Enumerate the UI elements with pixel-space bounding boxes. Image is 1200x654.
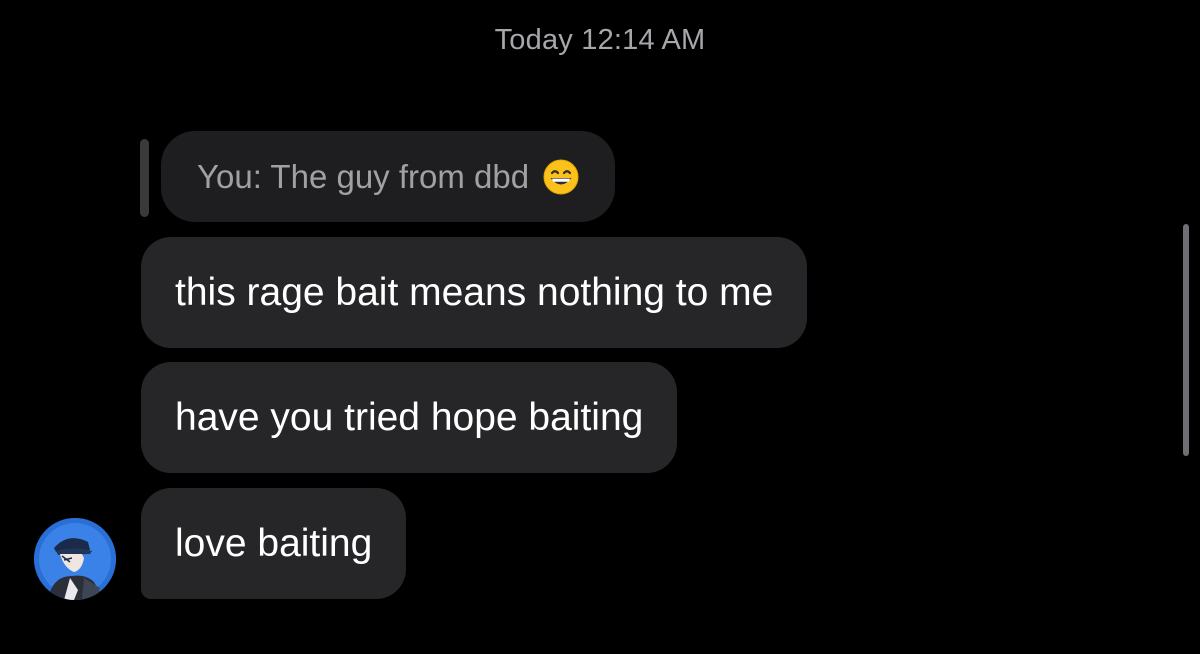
message-text: have you tried hope baiting [175,395,644,439]
grinning-face-emoji-icon [543,159,579,195]
message-bubble[interactable]: this rage bait means nothing to me [141,237,808,348]
avatar[interactable] [34,518,116,600]
reply-preview-text: You: The guy from dbd [197,157,530,195]
reply-preview-bubble[interactable]: You: The guy from dbd [161,131,616,222]
message-bubble[interactable]: have you tried hope baiting [141,362,678,473]
message-bubble[interactable]: love baiting [141,488,407,599]
message-timestamp: Today 12:14 AM [494,24,706,56]
message-text: this rage bait means nothing to me [175,270,774,314]
reply-indicator-bar [140,139,149,217]
message-text: love baiting [175,521,373,565]
avatar-character-icon [34,518,116,600]
scrollbar[interactable] [1183,224,1189,456]
